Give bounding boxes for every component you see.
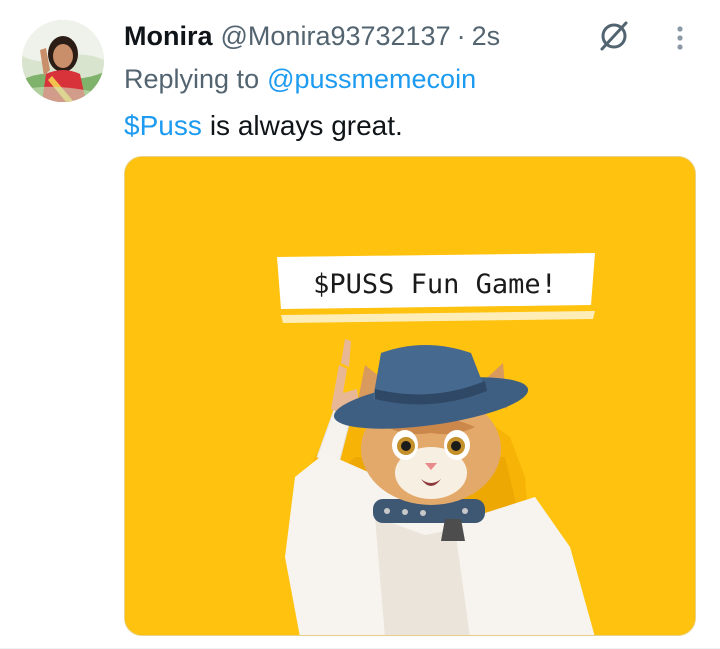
tweet-text-rest: is always great. [209,110,403,141]
tweet-media-image[interactable]: $PUSS Fun Game! [124,156,696,636]
replying-to-line: Replying to @pussmemecoin [124,60,476,98]
tweet-text: $Puss is always great. [124,106,403,146]
replying-to-mention[interactable]: @pussmemecoin [267,64,476,95]
timestamp[interactable]: 2s [472,21,501,52]
tweet-header: Monira @Monira93732137 · 2s [124,16,500,56]
media-banner-text: $PUSS Fun Game! [313,269,557,300]
cashtag-link[interactable]: $Puss [124,110,202,142]
display-name[interactable]: Monira [124,21,213,52]
avatar[interactable] [22,20,104,102]
user-handle[interactable]: @Monira93732137 [221,21,451,52]
tweet[interactable]: Monira @Monira93732137 · 2s Replying to … [0,0,720,649]
grok-icon[interactable] [596,18,632,54]
more-vertical-icon[interactable] [664,20,696,56]
replying-prefix: Replying to [124,63,260,94]
header-separator: · [456,20,466,51]
